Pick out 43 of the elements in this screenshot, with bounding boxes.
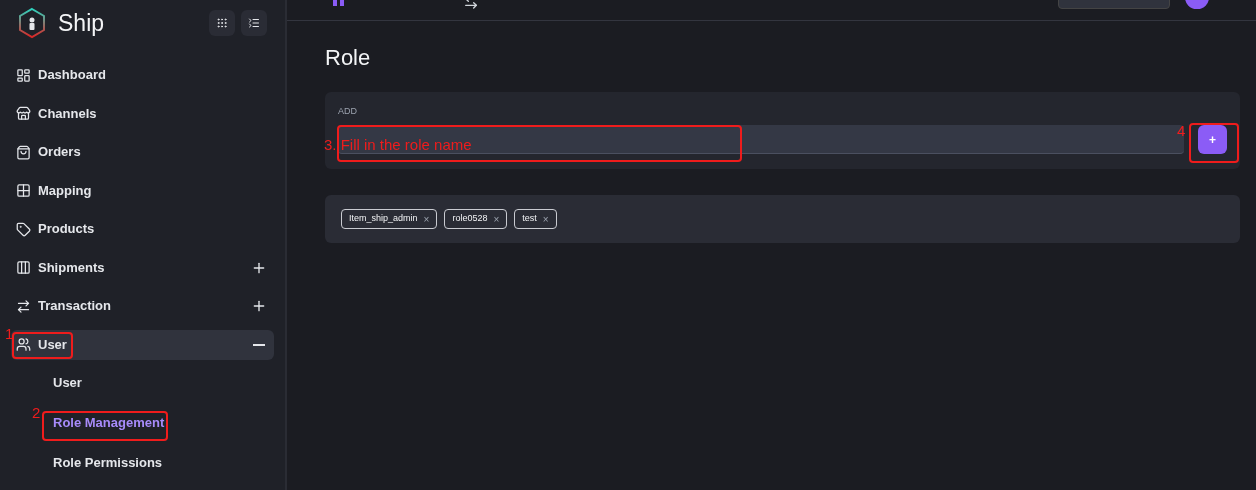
sidebar-item[interactable]: User bbox=[11, 329, 274, 360]
sidebar-item[interactable]: Channels bbox=[11, 98, 274, 129]
logo-icon bbox=[18, 7, 46, 39]
sidebar-item[interactable]: Products bbox=[11, 214, 274, 244]
dashboard-icon bbox=[16, 67, 31, 83]
role-name-field[interactable] bbox=[338, 125, 1184, 154]
bag-icon bbox=[16, 144, 31, 160]
annotation-number: 4 bbox=[1177, 121, 1186, 141]
role-tag: Item_ship_admin × bbox=[341, 209, 438, 229]
apps-button[interactable] bbox=[209, 10, 235, 36]
arrows-icon bbox=[16, 298, 31, 314]
dots-grid-icon bbox=[216, 17, 228, 29]
sidebar-item[interactable]: Transaction bbox=[11, 291, 274, 321]
annotation-number: 2 bbox=[32, 403, 41, 423]
brand-name: Ship bbox=[58, 8, 105, 38]
highlight-frame bbox=[12, 332, 73, 359]
sidebar-item[interactable]: Mapping bbox=[11, 175, 274, 206]
submenu-item[interactable]: Role Permissions bbox=[53, 448, 163, 478]
remove-tag-button[interactable]: × bbox=[542, 211, 549, 227]
sidebar-item[interactable]: Dashboard bbox=[11, 60, 274, 90]
submenu-item[interactable]: User bbox=[53, 368, 82, 398]
remove-tag-button[interactable]: × bbox=[423, 211, 430, 227]
page-title: Role bbox=[325, 45, 372, 71]
sidebar-item[interactable]: Shipments bbox=[11, 252, 274, 283]
sidebar-item[interactable]: Orders bbox=[11, 137, 274, 167]
role-tag: role0528 × bbox=[444, 209, 508, 229]
add-button[interactable]: + bbox=[1198, 125, 1227, 154]
grid-icon bbox=[16, 183, 31, 198]
app-icon bbox=[333, 0, 345, 6]
users-icon bbox=[16, 337, 31, 352]
tag-icon bbox=[16, 221, 31, 237]
role-tag: test × bbox=[514, 209, 557, 229]
add-label: ADD bbox=[338, 105, 358, 117]
annotation-text: 3. Fill in the role name bbox=[324, 135, 472, 155]
list-collapse-icon bbox=[248, 17, 260, 29]
collapse-icon bbox=[253, 343, 265, 346]
columns-icon bbox=[16, 260, 31, 275]
store-icon bbox=[16, 106, 31, 121]
expand-icon bbox=[251, 298, 267, 314]
collapse-menu-button[interactable] bbox=[241, 10, 267, 36]
highlight-frame bbox=[1189, 123, 1239, 163]
remove-tag-button[interactable]: × bbox=[493, 211, 500, 227]
submenu-item[interactable]: Role Management bbox=[53, 408, 165, 438]
